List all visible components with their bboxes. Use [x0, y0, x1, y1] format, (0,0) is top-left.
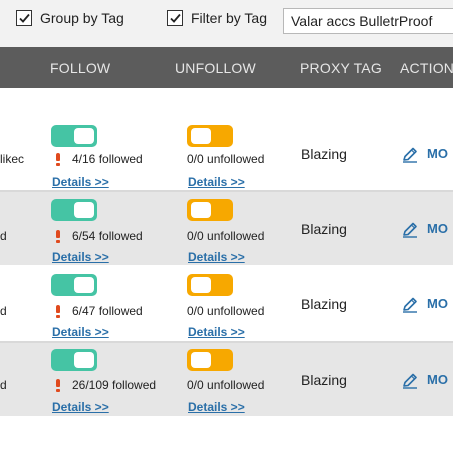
follow-toggle[interactable] [51, 274, 97, 296]
unfollow-toggle[interactable] [187, 274, 233, 296]
follow-toggle[interactable] [51, 125, 97, 147]
header-follow[interactable]: FOLLOW [50, 47, 110, 88]
unfollow-count: 0/0 unfollowed [187, 152, 265, 166]
follow-details-link[interactable]: Details >> [52, 250, 109, 264]
pencil-icon [403, 222, 417, 238]
toggle-knob [74, 277, 94, 293]
toggle-knob [74, 202, 94, 218]
more-action-label: MO [427, 372, 448, 387]
account-name: likec [0, 152, 25, 166]
pencil-icon [403, 373, 417, 389]
follow-details-link[interactable]: Details >> [52, 400, 109, 414]
account-name: d [0, 378, 7, 392]
group-by-tag-label: Group by Tag [40, 10, 124, 26]
unfollow-details-link[interactable]: Details >> [188, 250, 245, 264]
toggle-knob [74, 352, 94, 368]
header-unfollow[interactable]: UNFOLLOW [175, 47, 256, 88]
pencil-icon [403, 297, 417, 313]
toggle-knob [74, 128, 94, 144]
follow-details-link[interactable]: Details >> [52, 325, 109, 339]
filter-by-tag-label: Filter by Tag [191, 10, 267, 26]
account-name: d [0, 229, 7, 243]
header-actions: ACTIONS [400, 60, 453, 76]
toggle-knob [191, 202, 211, 218]
unfollow-toggle[interactable] [187, 349, 233, 371]
follow-details-link[interactable]: Details >> [52, 175, 109, 189]
follow-count: 26/109 followed [72, 378, 157, 392]
unfollow-count: 0/0 unfollowed [187, 378, 265, 392]
check-icon [170, 13, 181, 23]
unfollow-count: 0/0 unfollowed [187, 304, 265, 318]
filter-bar: Group by Tag Filter by Tag Valar accs Bu… [0, 0, 453, 47]
filter-by-tag-checkbox[interactable] [167, 10, 183, 26]
header-proxy-tag[interactable]: PROXY TAG [300, 47, 382, 88]
more-action-label: MO [427, 296, 448, 311]
table-row: d 6/54 followed Details >> 0/0 unfollowe… [0, 192, 453, 265]
follow-toggle[interactable] [51, 199, 97, 221]
unfollow-details-link[interactable]: Details >> [188, 175, 245, 189]
table-row: d 26/109 followed Details >> 0/0 unfollo… [0, 343, 453, 416]
accounts-page: Group by Tag Filter by Tag Valar accs Bu… [0, 0, 453, 463]
follow-count: 6/54 followed [72, 229, 143, 243]
toggle-knob [191, 128, 211, 144]
exclamation-icon [56, 379, 60, 392]
check-icon [19, 13, 30, 23]
unfollow-toggle[interactable] [187, 199, 233, 221]
exclamation-icon [56, 230, 60, 243]
more-action-label: MO [427, 221, 448, 236]
unfollow-details-link[interactable]: Details >> [188, 325, 245, 339]
follow-toggle[interactable] [51, 349, 97, 371]
table-header: FOLLOW UNFOLLOW PROXY TAG ACTIONS [0, 47, 453, 88]
account-name: d [0, 304, 7, 318]
unfollow-toggle[interactable] [187, 125, 233, 147]
table-row: d 6/47 followed Details >> 0/0 unfollowe… [0, 267, 453, 340]
follow-count: 6/47 followed [72, 304, 143, 318]
follow-count: 4/16 followed [72, 152, 143, 166]
unfollow-details-link[interactable]: Details >> [188, 400, 245, 414]
table-row: likec 4/16 followed Details >> 0/0 unfol… [0, 119, 453, 192]
proxy-tag: Blazing [301, 372, 347, 388]
proxy-tag: Blazing [301, 221, 347, 237]
proxy-tag: Blazing [301, 146, 347, 162]
toggle-knob [191, 352, 211, 368]
group-by-tag-checkbox[interactable] [16, 10, 32, 26]
unfollow-count: 0/0 unfollowed [187, 229, 265, 243]
toggle-knob [191, 277, 211, 293]
proxy-tag: Blazing [301, 296, 347, 312]
tag-select[interactable]: Valar accs BulletrProof [283, 8, 453, 34]
exclamation-icon [56, 305, 60, 318]
exclamation-icon [56, 153, 60, 166]
more-action-label: MO [427, 146, 448, 161]
pencil-icon [403, 147, 417, 163]
